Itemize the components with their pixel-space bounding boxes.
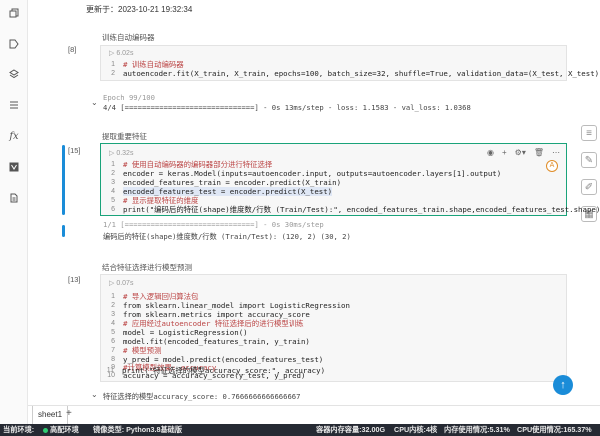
copy-icon[interactable]: [7, 6, 21, 20]
code-line: # 使用自动编码器的编码器部分进行特征选择: [123, 160, 273, 169]
code-line-selected: encoded_features_test = encoder.predict(…: [123, 187, 333, 196]
memory-usage: 内存使用情况:5.31%: [444, 425, 510, 434]
output-line: 1/1 [==============================] - 0…: [103, 220, 324, 229]
code-line: model.fit(encoded_features_train, y_trai…: [123, 337, 310, 346]
line-number: 11: [106, 367, 114, 374]
sheet-tabs: sheet1 +: [28, 405, 600, 425]
edit-icon[interactable]: ✐: [581, 179, 597, 195]
list-icon[interactable]: [7, 98, 21, 112]
line-number: 6: [111, 206, 115, 213]
code-line: print("编码后的特征(shape)维度数/行数 (Train/Test):…: [123, 205, 600, 214]
collapse-output-icon[interactable]: ⌄: [91, 98, 98, 107]
scroll-to-top-button[interactable]: ↑: [553, 375, 573, 395]
chat-icon[interactable]: ✎: [581, 152, 597, 168]
cell-prompt: [8]: [68, 45, 77, 54]
line-number: 4: [111, 320, 115, 327]
line-number: 3: [111, 311, 115, 318]
layers-icon[interactable]: [7, 67, 21, 81]
code-line: encoder = keras.Model(inputs=autoencoder…: [123, 169, 502, 178]
section-title: 结合特征选择进行模型预测: [102, 263, 192, 272]
line-number: 1: [111, 161, 115, 168]
code-cell-active[interactable]: ▷ 0.32s ◉ + ⚙▾ 🗑 ⋯ A 1 # 使用自动编码器的编码器部分进行…: [100, 143, 600, 216]
output-line: Epoch 99/100: [103, 93, 155, 102]
line-number: 1: [111, 293, 115, 300]
env-label: 当前环境:: [3, 425, 35, 434]
env-value-text: 高配环境: [50, 425, 79, 434]
line-number: 2: [111, 170, 115, 177]
code-line: from sklearn.metrics import accuracy_sco…: [123, 310, 310, 319]
exec-time-value: 0.07s: [116, 280, 134, 287]
code-line: from sklearn.linear_model import Logisti…: [123, 301, 350, 310]
exec-time: ▷ 0.07s: [109, 280, 134, 287]
cell-toolbar: ◉ + ⚙▾ 🗑 ⋯: [487, 148, 560, 157]
active-cell-indicator: [62, 145, 65, 215]
status-dot-icon: [43, 427, 48, 433]
line-number: 6: [111, 338, 115, 345]
more-icon[interactable]: ⋯: [552, 148, 560, 157]
memory-capacity: 容器内存容量:32.00G: [316, 425, 386, 434]
exec-time-value: 0.32s: [116, 150, 134, 157]
collapse-output-icon[interactable]: ⌄: [91, 390, 98, 399]
section-title: 训练自动编码器: [102, 33, 155, 42]
cpu-cores: CPU内核:4核: [394, 425, 438, 434]
variable-icon[interactable]: [7, 160, 21, 174]
code-line: print("特征选择的模型accuracy_score:", accuracy…: [122, 366, 326, 375]
notes-icon[interactable]: ≡: [581, 125, 597, 141]
line-number: 7: [111, 347, 115, 354]
line-number: 5: [111, 197, 115, 204]
right-sidebar: ≡ ✎ ✐ ▦: [578, 125, 600, 233]
code-line: # 应用经过autoencoder 特征选择后的进行模型训练: [123, 319, 304, 328]
file-icon[interactable]: [7, 191, 21, 205]
output-line: 编码后的特征(shape)维度数/行数 (Train/Test): (120, …: [103, 232, 351, 241]
tab-sheet1[interactable]: sheet1: [32, 406, 69, 425]
output-indicator: [62, 225, 65, 237]
env-value: 高配环境: [43, 424, 79, 436]
line-number: 2: [111, 70, 115, 77]
output-line: 特征选择的模型accuracy_score: 0.766666666666666…: [103, 392, 301, 401]
code-line: # 模型预测: [123, 346, 162, 355]
line-number: 1: [111, 61, 115, 68]
exec-time-value: 6.02s: [116, 50, 134, 57]
code-line: model = LogisticRegression(): [123, 328, 248, 337]
add-sheet-button[interactable]: +: [66, 408, 72, 419]
last-updated: 更新于：2023-10-21 19:32:34: [86, 5, 193, 14]
exec-time: ▷ 6.02s: [109, 50, 134, 57]
left-sidebar: fx: [0, 0, 28, 424]
cpu-usage: CPU使用情况:165.37%: [517, 425, 592, 434]
cursor-marker-icon: A: [546, 160, 558, 172]
function-icon[interactable]: fx: [7, 129, 21, 143]
line-number: 4: [111, 188, 115, 195]
code-cell[interactable]: ▷ 6.02s 1 # 训练自动编码器 2 autoencoder.fit(X_…: [100, 45, 600, 81]
image-type: 镜像类型: Python3.8基础版: [93, 425, 183, 434]
code-line: # 显示提取特征的维度: [123, 196, 199, 205]
delete-icon[interactable]: 🗑: [534, 148, 544, 157]
code-line: encoded_features_train = encoder.predict…: [123, 178, 342, 187]
status-bar: 当前环境: 高配环境 镜像类型: Python3.8基础版 容器内存容量:32.…: [0, 424, 600, 436]
add-icon[interactable]: +: [502, 148, 507, 157]
code-line: # 训练自动编码器: [123, 60, 184, 69]
line-number: 2: [111, 302, 115, 309]
settings-icon[interactable]: ⚙▾: [515, 148, 526, 157]
line-number: 5: [111, 329, 115, 336]
output-line: 4/4 [==============================] - 0…: [103, 103, 471, 112]
cell-prompt: [13]: [68, 275, 81, 284]
tag-icon[interactable]: [7, 37, 21, 51]
eye-icon[interactable]: ◉: [487, 148, 494, 157]
exec-time: ▷ 0.32s: [109, 150, 134, 157]
line-number: 3: [111, 179, 115, 186]
cell-prompt: [15]: [68, 146, 81, 155]
code-line: # 导入逻辑回归算法包: [123, 292, 199, 301]
section-title: 提取重要特征: [102, 132, 147, 141]
code-line: autoencoder.fit(X_train, X_train, epochs…: [123, 69, 600, 78]
